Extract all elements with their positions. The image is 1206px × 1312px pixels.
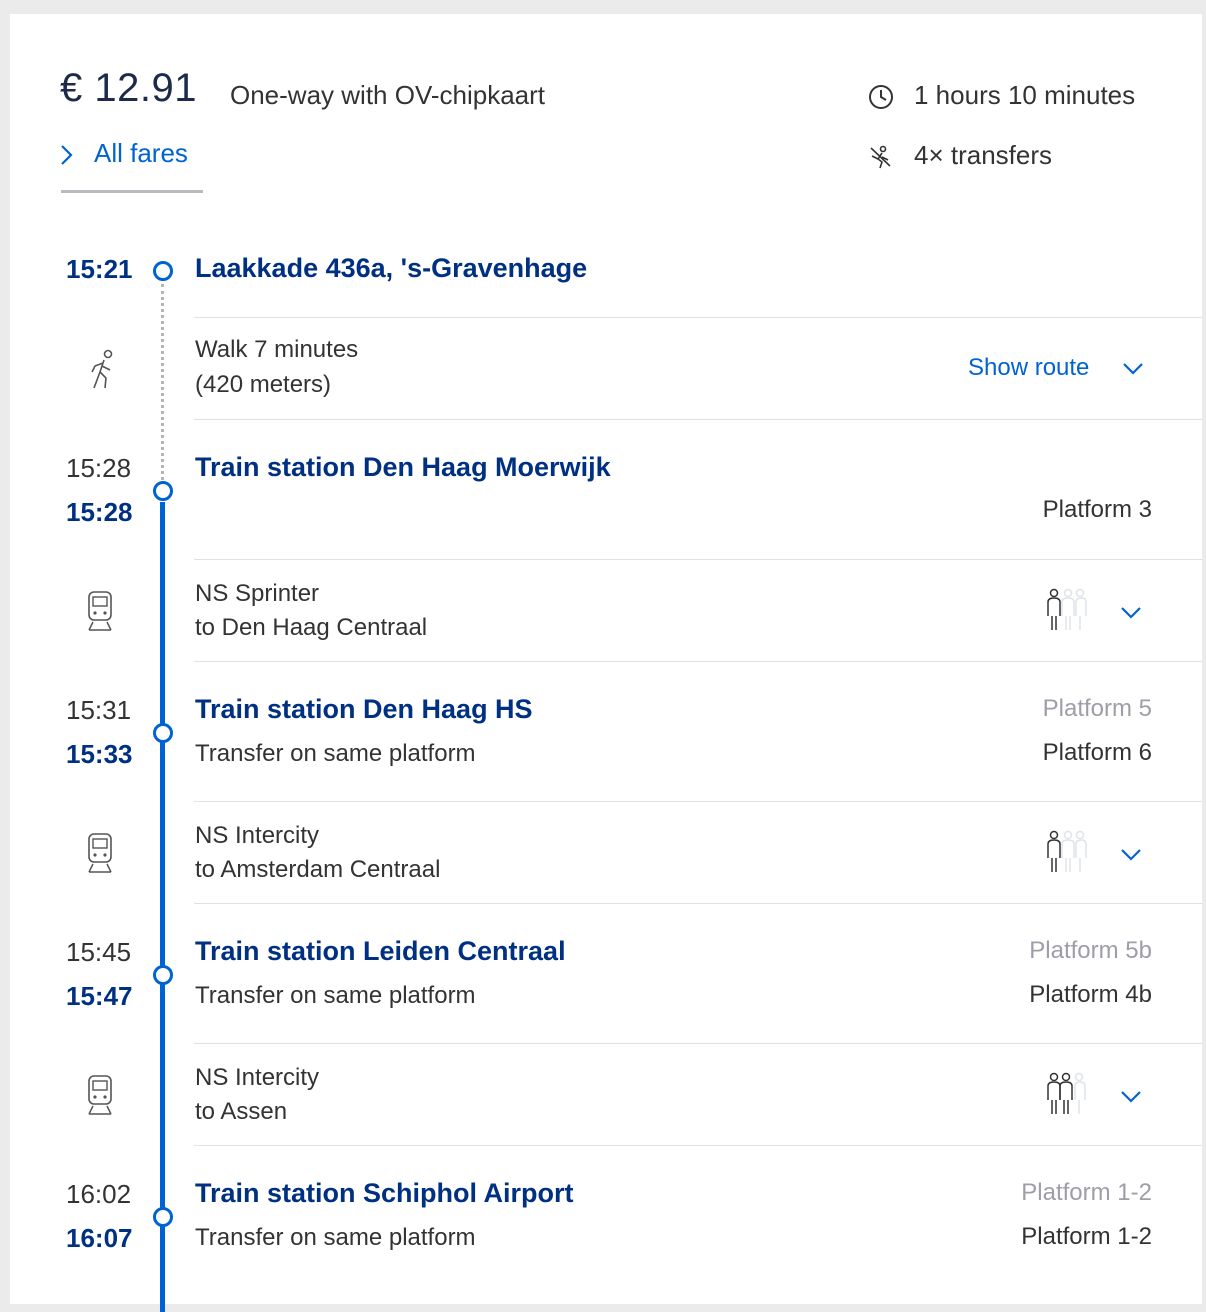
fares-underline <box>61 190 203 193</box>
price: € 12.91 <box>60 66 197 110</box>
stop-name[interactable]: Train station Den Haag HS <box>195 694 533 725</box>
walk-distance: (420 meters) <box>195 371 332 398</box>
divider <box>194 661 1202 662</box>
stop-arrival-time: 16:02 <box>66 1179 132 1209</box>
leg-direction: to Den Haag Centraal <box>195 614 428 641</box>
walk-duration: Walk 7 minutes <box>195 336 359 363</box>
duration-info: 1 hours 10 minutes <box>868 80 1135 111</box>
expand-leg-button[interactable] <box>1120 606 1142 625</box>
stop-arrival-time: 15:45 <box>66 937 132 967</box>
divider <box>194 559 1202 560</box>
divider <box>194 1145 1202 1146</box>
train-icon <box>82 830 122 878</box>
stop-departure-time: 15:47 <box>66 981 133 1011</box>
stop-departure-time: 15:33 <box>66 739 133 769</box>
transfers-info: 4× transfers <box>868 140 1052 171</box>
stop-arrival-time: 15:31 <box>66 695 132 725</box>
train-icon <box>82 1072 122 1120</box>
chevron-down-icon <box>1121 607 1141 619</box>
expand-leg-button[interactable] <box>1120 848 1142 867</box>
platform-departure: Platform 1-2 <box>1021 1223 1152 1250</box>
stop-node <box>153 1207 173 1227</box>
stop-departure-time: 16:07 <box>66 1223 133 1253</box>
transfers-text: 4× transfers <box>914 140 1053 170</box>
divider <box>194 903 1202 904</box>
leg-direction: to Amsterdam Centraal <box>195 856 441 883</box>
crowd-low-icon <box>1042 586 1090 639</box>
stop-name[interactable]: Train station Leiden Centraal <box>195 936 566 967</box>
crowd-low-icon <box>1042 828 1090 881</box>
stop-node <box>153 965 173 985</box>
stop-node <box>153 723 173 743</box>
platform-departure: Platform 6 <box>1042 739 1152 766</box>
chevron-right-icon <box>60 138 74 169</box>
origin-name[interactable]: Laakkade 436a, 's-Gravenhage <box>195 253 587 284</box>
platform-departure: Platform 4b <box>1029 981 1152 1008</box>
stop-departure-time: 15:28 <box>66 497 133 527</box>
chevron-down-icon <box>1122 354 1144 381</box>
divider <box>194 801 1202 802</box>
walk-line <box>161 284 164 492</box>
divider <box>194 317 1202 318</box>
platform-arrival: Platform 5 <box>1042 695 1152 722</box>
crowd-medium-icon <box>1042 1070 1090 1123</box>
price-label: One-way with OV-chipkaart <box>230 80 546 110</box>
platform-arrival: Platform 5b <box>1029 937 1152 964</box>
train-line <box>160 502 165 1312</box>
chevron-down-icon <box>1121 1091 1141 1103</box>
show-route-button[interactable]: Show route <box>968 354 1144 382</box>
leg-service: NS Sprinter <box>195 580 320 607</box>
leg-service: NS Intercity <box>195 1064 320 1091</box>
train-icon <box>82 588 122 636</box>
transfer-icon <box>868 144 894 170</box>
expand-leg-button[interactable] <box>1120 1090 1142 1109</box>
all-fares-label: All fares <box>94 138 188 168</box>
transfer-note: Transfer on same platform <box>195 982 476 1009</box>
divider <box>194 419 1202 420</box>
journey-card: € 12.91 One-way with OV-chipkaart All fa… <box>10 14 1202 1312</box>
clock-icon <box>868 84 894 110</box>
platform-arrival: Platform 1-2 <box>1021 1179 1152 1206</box>
platform-departure: Platform 3 <box>1042 496 1152 523</box>
stop-arrival-time: 15:28 <box>66 453 132 483</box>
leg-direction: to Assen <box>195 1098 288 1125</box>
divider <box>194 1043 1202 1044</box>
walking-icon <box>80 344 120 392</box>
origin-node <box>153 261 173 281</box>
all-fares-link[interactable]: All fares <box>60 138 188 169</box>
show-route-label: Show route <box>968 354 1090 381</box>
origin-time: 15:21 <box>66 254 133 284</box>
transfer-note: Transfer on same platform <box>195 740 476 767</box>
duration-text: 1 hours 10 minutes <box>914 80 1136 110</box>
chevron-down-icon <box>1121 849 1141 861</box>
stop-node <box>153 481 173 501</box>
transfer-note: Transfer on same platform <box>195 1224 476 1251</box>
leg-service: NS Intercity <box>195 822 320 849</box>
stop-name[interactable]: Train station Den Haag Moerwijk <box>195 452 611 483</box>
stop-name[interactable]: Train station Schiphol Airport <box>195 1178 574 1209</box>
